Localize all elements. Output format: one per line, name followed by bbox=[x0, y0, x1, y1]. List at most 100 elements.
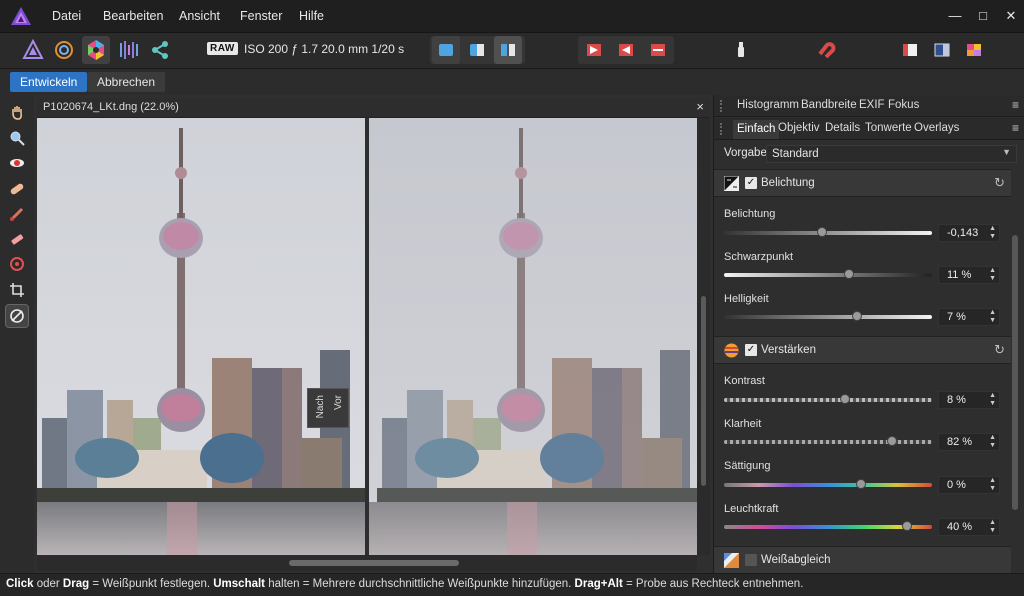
white-balance-enable-checkbox[interactable] bbox=[745, 554, 757, 566]
crop-tool[interactable] bbox=[6, 279, 28, 301]
tab-lens[interactable]: Objektiv bbox=[778, 122, 820, 134]
menu-hilfe[interactable]: Hilfe bbox=[299, 9, 324, 23]
cancel-button[interactable]: Abbrechen bbox=[87, 72, 166, 92]
tab-focus[interactable]: Fokus bbox=[888, 99, 919, 111]
split-handle[interactable]: Nach Vor bbox=[307, 388, 349, 428]
export-persona-button[interactable] bbox=[146, 36, 174, 64]
photo-persona-button[interactable] bbox=[19, 36, 47, 64]
tone-mapping-persona-button[interactable] bbox=[114, 36, 142, 64]
panel-grip-icon[interactable] bbox=[720, 100, 722, 112]
tab-tones[interactable]: Tonwerte bbox=[865, 122, 912, 134]
exposure-enable-checkbox[interactable]: ✓ bbox=[745, 177, 757, 189]
menu-ansicht[interactable]: Ansicht bbox=[179, 9, 220, 23]
spinner-icon[interactable]: ▲ ▼ bbox=[989, 519, 996, 535]
spinner-icon[interactable]: ▲ ▼ bbox=[989, 392, 996, 408]
clip-tones-button[interactable] bbox=[644, 36, 672, 64]
clip-shadows-button[interactable] bbox=[612, 36, 640, 64]
contrast-value-field[interactable]: 8 % ▲ ▼ bbox=[938, 391, 1000, 409]
close-document-button[interactable]: × bbox=[696, 99, 704, 114]
snapshot-button[interactable] bbox=[928, 36, 956, 64]
horizontal-scrollbar[interactable] bbox=[37, 555, 697, 571]
black-point-slider-knob[interactable] bbox=[843, 269, 854, 279]
tab-scope[interactable]: Bandbreite bbox=[801, 99, 857, 111]
spinner-icon[interactable]: ▲ ▼ bbox=[989, 225, 996, 241]
mirror-view-button[interactable] bbox=[494, 36, 522, 64]
liquify-persona-button[interactable] bbox=[50, 36, 78, 64]
tab-basic[interactable]: Einfach bbox=[733, 120, 780, 139]
vibrance-slider-track[interactable] bbox=[724, 521, 932, 531]
zoom-tool[interactable] bbox=[6, 127, 28, 149]
hand-icon bbox=[12, 106, 22, 120]
tab-details[interactable]: Details bbox=[825, 122, 860, 134]
preset-dropdown[interactable]: Standard ▼ bbox=[766, 145, 1017, 163]
vibrance-slider-knob[interactable] bbox=[902, 521, 913, 531]
menu-fenster[interactable]: Fenster bbox=[240, 9, 282, 23]
reset-exposure-icon[interactable]: ↻ bbox=[994, 175, 1005, 191]
develop-persona-button[interactable] bbox=[82, 36, 110, 64]
panel-scrollbar[interactable] bbox=[1012, 235, 1018, 510]
blemish-removal-tool[interactable] bbox=[6, 178, 28, 200]
view-tool[interactable] bbox=[6, 101, 28, 123]
clarity-slider-knob[interactable] bbox=[887, 436, 898, 446]
clarity-slider-track[interactable] bbox=[724, 436, 932, 446]
exposure-slider-knob[interactable] bbox=[816, 227, 827, 237]
brightness-value-field[interactable]: 7 % ▲ ▼ bbox=[938, 308, 1000, 326]
contrast-slider-track[interactable] bbox=[724, 394, 932, 404]
vertical-scroll-thumb[interactable] bbox=[701, 296, 706, 486]
enhance-enable-checkbox[interactable]: ✓ bbox=[745, 344, 757, 356]
document-tab[interactable]: P1020674_LKt.dng (22.0%) × bbox=[37, 98, 710, 118]
black-point-slider-track[interactable] bbox=[724, 269, 932, 279]
magnet-tool-button[interactable] bbox=[812, 36, 840, 64]
vibrance-value-field[interactable]: 40 % ▲ ▼ bbox=[938, 518, 1000, 536]
menu-datei[interactable]: Datei bbox=[52, 9, 81, 23]
overlay-gradient-tool[interactable] bbox=[6, 253, 28, 275]
white-balance-tool[interactable] bbox=[5, 304, 29, 328]
black-point-value-field[interactable]: 11 % ▲ ▼ bbox=[938, 266, 1000, 284]
close-window-button[interactable]: ✕ bbox=[1000, 7, 1022, 25]
exposure-section-header[interactable]: ✓ Belichtung ↻ bbox=[714, 169, 1011, 197]
maximize-button[interactable]: □ bbox=[972, 7, 994, 25]
spinner-icon[interactable]: ▲ ▼ bbox=[989, 309, 996, 325]
magnet-icon bbox=[818, 42, 836, 59]
spinner-icon[interactable]: ▲ ▼ bbox=[989, 477, 996, 493]
color-settings-button[interactable] bbox=[960, 36, 988, 64]
clarity-value-field[interactable]: 82 % ▲ ▼ bbox=[938, 433, 1000, 451]
vertical-scrollbar[interactable] bbox=[697, 118, 710, 555]
panel-menu-icon[interactable]: ≡ bbox=[1012, 121, 1019, 135]
status-text-part: halten = Mehrere durchschnittliche Weißp… bbox=[265, 578, 575, 590]
enhance-section-header[interactable]: ✓ Verstärken ↻ bbox=[714, 336, 1011, 364]
split-view-button[interactable] bbox=[463, 36, 491, 64]
minimize-button[interactable]: — bbox=[944, 7, 966, 25]
reset-enhance-icon[interactable]: ↻ bbox=[994, 342, 1005, 358]
contrast-slider-knob[interactable] bbox=[839, 394, 850, 404]
slider-label: Kontrast bbox=[724, 375, 765, 387]
tab-exif[interactable]: EXIF bbox=[859, 99, 885, 111]
image-canvas[interactable] bbox=[37, 118, 697, 555]
develop-button[interactable]: Entwickeln bbox=[10, 72, 88, 92]
single-view-button[interactable] bbox=[432, 36, 460, 64]
assistant-button[interactable] bbox=[896, 36, 924, 64]
gradient-target-icon bbox=[10, 257, 24, 271]
panel-menu-icon[interactable]: ≡ bbox=[1012, 98, 1019, 112]
white-balance-picker-button[interactable] bbox=[727, 36, 755, 64]
saturation-value-field[interactable]: 0 % ▲ ▼ bbox=[938, 476, 1000, 494]
overlay-erase-tool[interactable] bbox=[6, 228, 28, 250]
saturation-slider-track[interactable] bbox=[724, 479, 932, 489]
white-balance-section-header[interactable]: Weißabgleich bbox=[714, 546, 1011, 574]
tab-overlays[interactable]: Overlays bbox=[914, 122, 959, 134]
spinner-icon[interactable]: ▲ ▼ bbox=[989, 434, 996, 450]
exposure-slider-track[interactable] bbox=[724, 227, 932, 237]
red-eye-tool[interactable] bbox=[6, 152, 28, 174]
saturation-slider-knob[interactable] bbox=[856, 479, 867, 489]
overlay-paint-tool[interactable] bbox=[6, 203, 28, 225]
slider-label: Sättigung bbox=[724, 460, 771, 472]
clip-highlights-button[interactable] bbox=[580, 36, 608, 64]
tab-histogram[interactable]: Histogramm bbox=[737, 99, 799, 111]
panel-grip-icon[interactable] bbox=[720, 123, 722, 135]
spinner-icon[interactable]: ▲ ▼ bbox=[989, 267, 996, 283]
brightness-slider-knob[interactable] bbox=[852, 311, 863, 321]
menu-bearbeiten[interactable]: Bearbeiten bbox=[103, 9, 163, 23]
exposure-value-field[interactable]: -0,143 ▲ ▼ bbox=[938, 224, 1000, 242]
brightness-slider-track[interactable] bbox=[724, 311, 932, 321]
horizontal-scroll-thumb[interactable] bbox=[289, 560, 459, 566]
